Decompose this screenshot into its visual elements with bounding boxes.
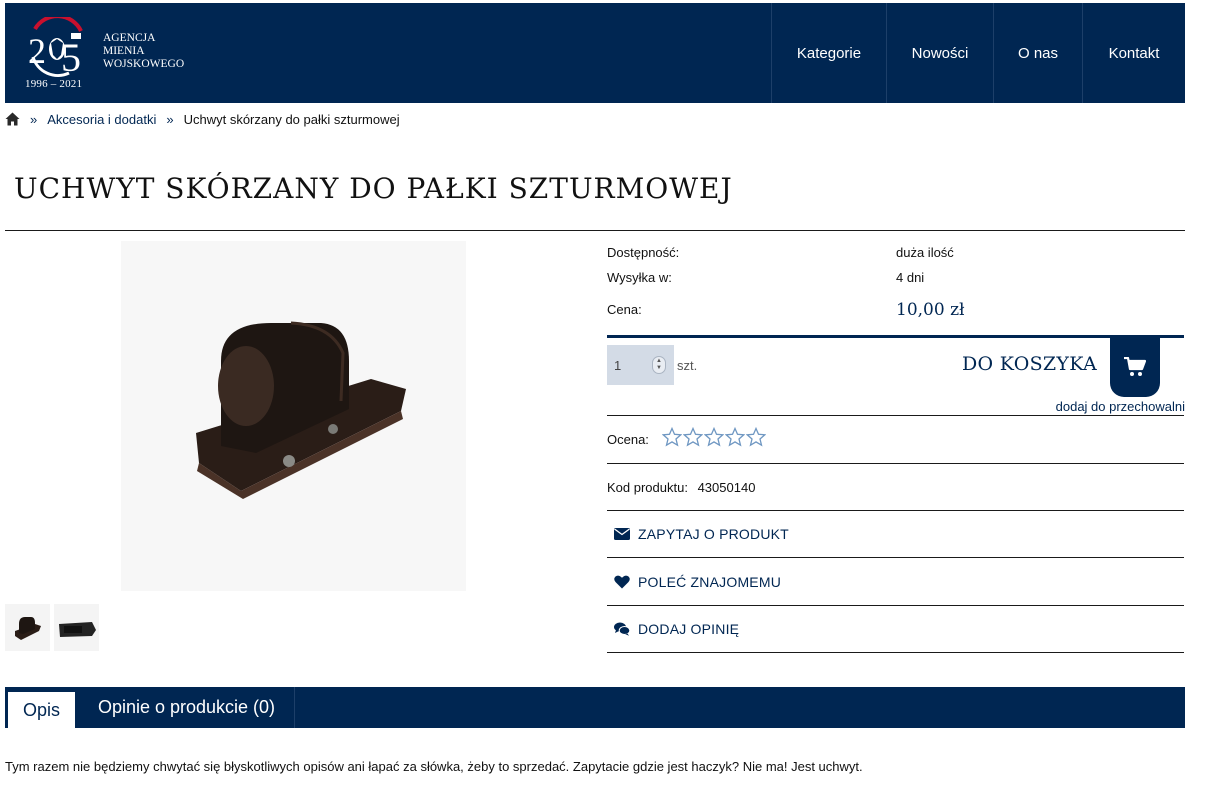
nav-item-kontakt[interactable]: Kontakt — [1082, 3, 1185, 103]
price-divider — [607, 335, 1184, 338]
logo[interactable]: 2 5 1996 – 2021 AGENCJA MIENIA WOJSKOWEG… — [23, 17, 203, 93]
cart-icon — [1124, 357, 1146, 376]
quantity-value: 1 — [614, 357, 622, 373]
add-to-cart-label[interactable]: DO KOSZYKA — [962, 353, 1097, 375]
thumbnail-1[interactable] — [5, 604, 50, 651]
product-code-value: 43050140 — [697, 480, 756, 495]
ask-about-product-label: ZAPYTAJ O PRODUKT — [638, 526, 789, 542]
logo-org-line2: MIENIA — [103, 45, 145, 57]
product-main-image[interactable] — [121, 241, 466, 591]
product-description: Tym razem nie będziemy chwytać się błysk… — [5, 759, 863, 774]
shipping-value: 4 dni — [896, 270, 925, 285]
quantity-stepper[interactable]: 1 ▲ ▼ — [607, 345, 674, 385]
code-divider — [607, 510, 1184, 511]
star-outline-icon[interactable] — [662, 427, 682, 447]
logo-org-line1: AGENCJA — [103, 32, 156, 44]
thumbnail-photo — [59, 622, 96, 637]
ask-about-product-button[interactable]: ZAPYTAJ O PRODUKT — [614, 524, 789, 544]
price-value: 10,00 zł — [896, 300, 965, 320]
leather-holder-photo — [196, 321, 406, 499]
page-title: UCHWYT SKÓRZANY DO PAŁKI SZTURMOWEJ — [14, 172, 733, 205]
thumbnail-photo — [15, 617, 41, 640]
quantity-unit: szt. — [677, 358, 698, 373]
recommend-to-friend-button[interactable]: POLEĆ ZNAJOMEMU — [614, 572, 781, 592]
add-to-wishlist-link[interactable]: dodaj do przechowalni — [1056, 399, 1185, 414]
svg-text:5: 5 — [61, 35, 81, 77]
price-label: Cena: — [607, 302, 642, 317]
star-outline-icon[interactable] — [683, 427, 703, 447]
quantity-spinner[interactable]: ▲ ▼ — [652, 356, 666, 374]
recommend-to-friend-label: POLEĆ ZNAJOMEMU — [638, 574, 782, 590]
add-to-cart-button[interactable] — [1110, 337, 1160, 397]
anniversary-emblem-icon: 2 5 — [28, 17, 83, 77]
action-divider — [607, 605, 1184, 606]
rating-stars[interactable] — [662, 427, 766, 447]
add-review-button[interactable]: DODAJ OPINIĘ — [614, 619, 739, 639]
tab-description[interactable]: Opis — [8, 692, 75, 728]
action-divider — [607, 557, 1184, 558]
cart-divider — [607, 415, 1184, 416]
shipping-label: Wysyłka w: — [607, 270, 672, 285]
thumbnail-2[interactable] — [54, 604, 99, 651]
logo-org-name: AGENCJA MIENIA WOJSKOWEGO — [103, 32, 184, 71]
nav-item-o-nas[interactable]: O nas — [993, 3, 1082, 103]
heart-icon — [614, 575, 630, 589]
star-outline-icon[interactable] — [725, 427, 745, 447]
svg-text:2: 2 — [28, 31, 46, 71]
logo-years: 1996 – 2021 — [25, 78, 83, 90]
title-divider — [5, 230, 1185, 231]
nav-item-nowosci[interactable]: Nowości — [886, 3, 993, 103]
top-navbar: 2 5 1996 – 2021 AGENCJA MIENIA WOJSKOWEG… — [5, 3, 1185, 103]
rating-divider — [607, 463, 1184, 464]
rating-label: Ocena: — [607, 432, 649, 447]
availability-label: Dostępność: — [607, 245, 680, 260]
product-code-label: Kod produktu: — [607, 480, 688, 495]
availability-value: duża ilość — [896, 245, 954, 260]
star-outline-icon[interactable] — [746, 427, 766, 447]
logo-org-line3: WOJSKOWEGO — [103, 58, 185, 70]
breadcrumb-separator: » — [166, 111, 174, 127]
product-tabs: Opis Opinie o produkcie (0) — [5, 687, 1185, 728]
spinner-up-icon[interactable]: ▲ — [656, 358, 662, 365]
tab-reviews[interactable]: Opinie o produkcie (0) — [79, 687, 295, 728]
comments-icon — [614, 622, 630, 636]
main-nav: Kategorie Nowości O nas Kontakt — [771, 3, 1185, 103]
breadcrumb-separator: » — [30, 111, 38, 127]
add-review-label: DODAJ OPINIĘ — [638, 621, 740, 637]
home-icon[interactable] — [5, 112, 20, 126]
breadcrumb-category-link[interactable]: Akcesoria i dodatki — [47, 112, 156, 127]
spinner-down-icon[interactable]: ▼ — [656, 365, 662, 372]
action-divider — [607, 652, 1184, 653]
star-outline-icon[interactable] — [704, 427, 724, 447]
breadcrumb-current: Uchwyt skórzany do pałki szturmowej — [183, 111, 400, 127]
envelope-icon — [614, 528, 630, 540]
breadcrumb: » Akcesoria i dodatki » Uchwyt skórzany … — [5, 110, 400, 128]
product-code-row: Kod produktu: 43050140 — [607, 480, 755, 495]
nav-item-kategorie[interactable]: Kategorie — [771, 3, 886, 103]
